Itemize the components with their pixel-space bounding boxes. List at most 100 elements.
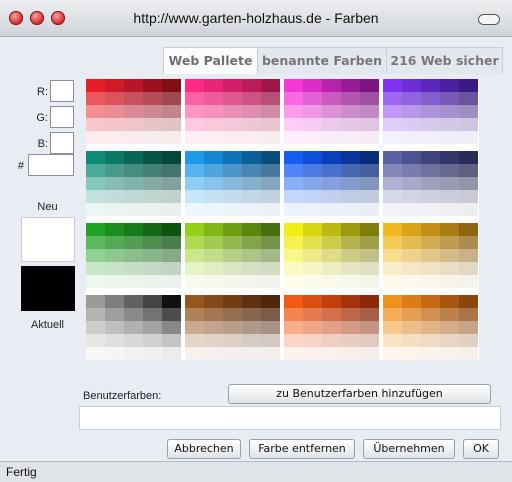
palette-swatch[interactable]	[105, 164, 124, 177]
palette-swatch[interactable]	[162, 275, 181, 288]
palette-swatch[interactable]	[124, 105, 143, 118]
palette-swatch[interactable]	[143, 249, 162, 262]
palette-swatch[interactable]	[162, 190, 181, 203]
palette-swatch[interactable]	[143, 118, 162, 131]
palette-swatch[interactable]	[402, 249, 421, 262]
palette-swatch[interactable]	[421, 223, 440, 236]
palette-swatch[interactable]	[223, 334, 242, 347]
palette-swatch[interactable]	[261, 321, 280, 334]
palette-swatch[interactable]	[284, 275, 303, 288]
palette-swatch[interactable]	[284, 334, 303, 347]
palette-swatch[interactable]	[303, 223, 322, 236]
palette-swatch[interactable]	[421, 262, 440, 275]
palette-swatch[interactable]	[303, 151, 322, 164]
palette-swatch[interactable]	[421, 236, 440, 249]
palette-swatch[interactable]	[261, 177, 280, 190]
palette-swatch[interactable]	[284, 105, 303, 118]
palette-swatch[interactable]	[322, 177, 341, 190]
palette-swatch[interactable]	[421, 275, 440, 288]
palette-swatch[interactable]	[284, 236, 303, 249]
apply-button[interactable]: Übernehmen	[363, 439, 455, 459]
palette-swatch[interactable]	[341, 177, 360, 190]
palette-swatch[interactable]	[440, 105, 459, 118]
palette-swatch[interactable]	[261, 249, 280, 262]
palette-swatch[interactable]	[383, 321, 402, 334]
palette-swatch[interactable]	[124, 236, 143, 249]
palette-swatch[interactable]	[402, 308, 421, 321]
palette-swatch[interactable]	[242, 177, 261, 190]
palette-swatch[interactable]	[440, 118, 459, 131]
palette-swatch[interactable]	[124, 308, 143, 321]
palette-swatch[interactable]	[402, 347, 421, 360]
palette-swatch[interactable]	[261, 151, 280, 164]
palette-swatch[interactable]	[360, 118, 379, 131]
palette-swatch[interactable]	[185, 164, 204, 177]
palette-swatch[interactable]	[86, 92, 105, 105]
palette-swatch[interactable]	[162, 118, 181, 131]
palette-swatch[interactable]	[105, 105, 124, 118]
palette-swatch[interactable]	[421, 151, 440, 164]
palette-swatch[interactable]	[86, 321, 105, 334]
palette-swatch[interactable]	[185, 334, 204, 347]
palette-swatch[interactable]	[86, 203, 105, 216]
palette-swatch[interactable]	[402, 92, 421, 105]
palette-swatch[interactable]	[440, 262, 459, 275]
palette-swatch[interactable]	[459, 79, 478, 92]
palette-swatch[interactable]	[402, 203, 421, 216]
palette-swatch[interactable]	[284, 92, 303, 105]
palette-swatch[interactable]	[440, 321, 459, 334]
palette-swatch[interactable]	[360, 79, 379, 92]
palette-swatch[interactable]	[124, 262, 143, 275]
palette-swatch[interactable]	[105, 262, 124, 275]
palette-swatch[interactable]	[402, 118, 421, 131]
palette-swatch[interactable]	[242, 105, 261, 118]
palette-swatch[interactable]	[223, 236, 242, 249]
palette-swatch[interactable]	[360, 105, 379, 118]
palette-swatch[interactable]	[162, 347, 181, 360]
palette-swatch[interactable]	[185, 92, 204, 105]
palette-swatch[interactable]	[242, 131, 261, 144]
palette-swatch[interactable]	[242, 308, 261, 321]
palette-swatch[interactable]	[341, 295, 360, 308]
palette-swatch[interactable]	[223, 295, 242, 308]
palette-swatch[interactable]	[360, 177, 379, 190]
palette-swatch[interactable]	[242, 151, 261, 164]
palette-swatch[interactable]	[402, 275, 421, 288]
palette-swatch[interactable]	[204, 295, 223, 308]
palette-swatch[interactable]	[459, 203, 478, 216]
palette-swatch[interactable]	[322, 275, 341, 288]
palette-swatch[interactable]	[204, 203, 223, 216]
palette-swatch[interactable]	[261, 118, 280, 131]
palette-swatch[interactable]	[261, 190, 280, 203]
palette-swatch[interactable]	[322, 321, 341, 334]
palette-swatch[interactable]	[185, 262, 204, 275]
palette-swatch[interactable]	[242, 118, 261, 131]
palette-swatch[interactable]	[402, 223, 421, 236]
palette-swatch[interactable]	[303, 131, 322, 144]
palette-swatch[interactable]	[383, 203, 402, 216]
cancel-button[interactable]: Abbrechen	[167, 439, 241, 459]
palette-swatch[interactable]	[341, 203, 360, 216]
palette-swatch[interactable]	[402, 295, 421, 308]
palette-swatch[interactable]	[341, 275, 360, 288]
palette-swatch[interactable]	[440, 131, 459, 144]
palette-swatch[interactable]	[322, 164, 341, 177]
palette-swatch[interactable]	[402, 334, 421, 347]
palette-swatch[interactable]	[402, 321, 421, 334]
palette-swatch[interactable]	[185, 118, 204, 131]
palette-swatch[interactable]	[242, 262, 261, 275]
palette-swatch[interactable]	[185, 347, 204, 360]
palette-swatch[interactable]	[105, 321, 124, 334]
palette-swatch[interactable]	[105, 79, 124, 92]
palette-swatch[interactable]	[204, 151, 223, 164]
palette-swatch[interactable]	[204, 118, 223, 131]
palette-swatch[interactable]	[223, 203, 242, 216]
palette-swatch[interactable]	[440, 295, 459, 308]
palette-swatch[interactable]	[303, 347, 322, 360]
r-field[interactable]	[50, 80, 74, 102]
palette-swatch[interactable]	[459, 275, 478, 288]
palette-swatch[interactable]	[86, 118, 105, 131]
palette-swatch[interactable]	[440, 236, 459, 249]
palette-swatch[interactable]	[162, 79, 181, 92]
palette-swatch[interactable]	[124, 347, 143, 360]
